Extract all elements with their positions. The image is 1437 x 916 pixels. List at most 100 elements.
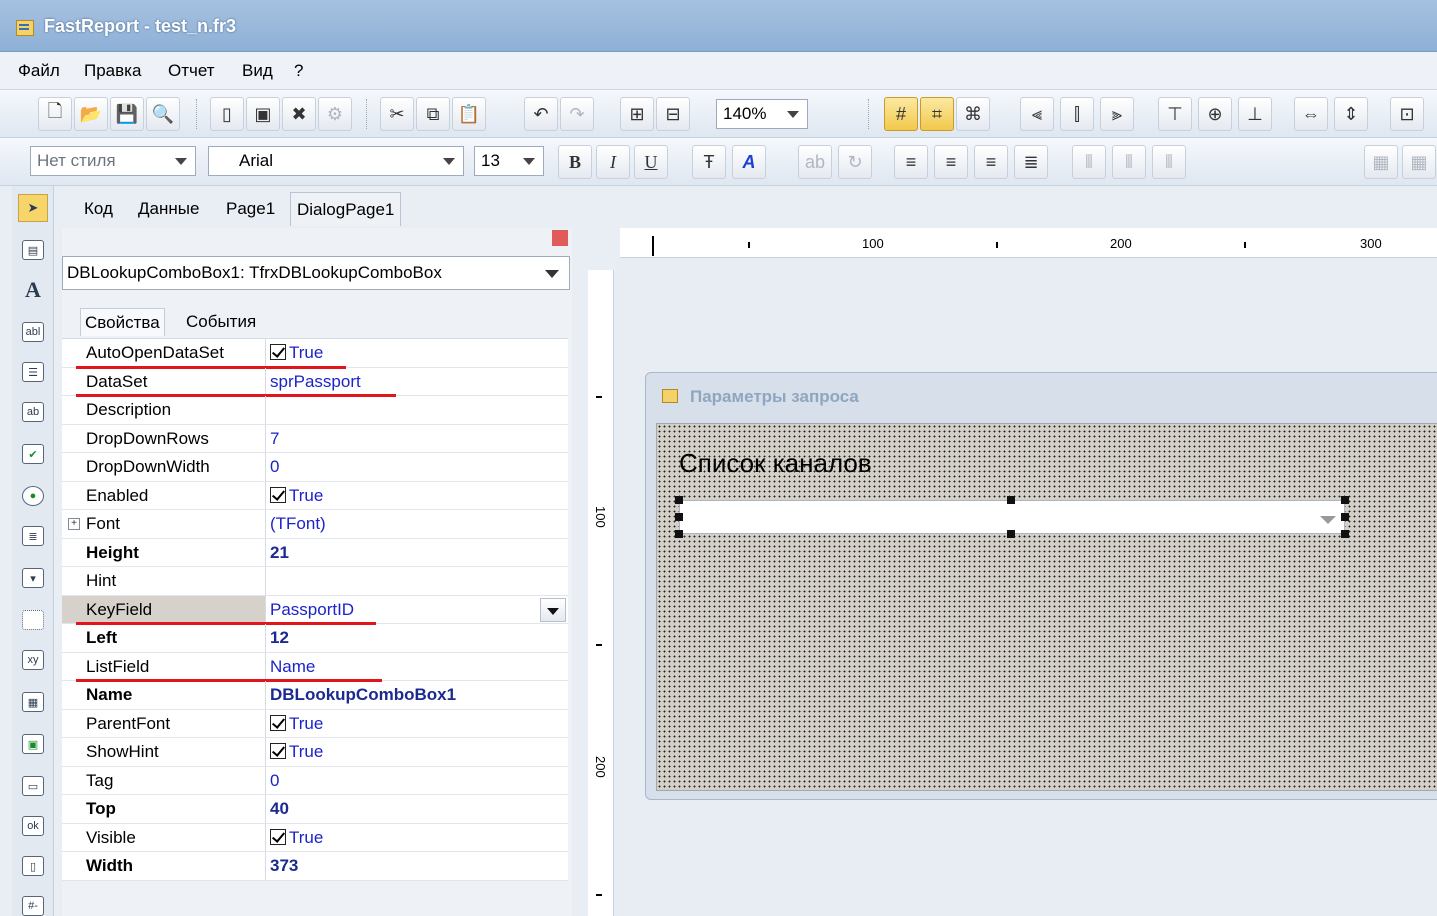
property-row-dropdownrows[interactable]: DropDownRows 7 [62,424,568,453]
checkbox-checked-icon[interactable] [270,486,286,503]
font-settings-icon[interactable]: Ŧ [692,145,726,179]
property-row-visible[interactable]: Visible True [62,823,568,852]
groupbox-tool-icon[interactable]: xy [18,646,48,674]
resize-handle[interactable] [675,513,683,521]
checkbox-checked-icon[interactable] [270,743,286,759]
edit-tool-icon[interactable]: abl [18,318,48,346]
align-middle-icon[interactable]: ⊕ [1198,97,1232,131]
valign-bottom-icon[interactable]: ⦀ [1152,145,1186,179]
property-value[interactable] [268,396,270,424]
property-value[interactable]: PassportID [268,596,354,624]
tab-data[interactable]: Данные [132,192,205,226]
property-row-tag[interactable]: Tag 0 [62,766,568,795]
checkbox-checked-icon[interactable] [270,828,286,845]
space-vertical-icon[interactable]: ⇕ [1334,97,1368,131]
new-page-icon[interactable]: ▯ [210,97,244,131]
align-center-h-icon[interactable]: ⫿ [1060,97,1094,131]
property-row-description[interactable]: Description [62,396,568,425]
valign-center-icon[interactable]: ⦀ [1112,145,1146,179]
new-icon[interactable]: 🗋 [38,97,72,131]
font-combo[interactable]: Arial [208,146,464,176]
resize-handle[interactable] [675,530,683,538]
image-tool-icon[interactable]: ▣ [18,730,48,758]
text-justify-icon[interactable]: ≣ [1014,145,1048,179]
tab-dialogpage1[interactable]: DialogPage1 [290,192,402,226]
tab-page1[interactable]: Page1 [220,192,281,226]
inspector-close-icon[interactable] [552,230,568,246]
property-value[interactable]: DBLookupComboBox1 [268,681,456,709]
tab-events[interactable]: События [182,308,260,336]
space-horizontal-icon[interactable]: ⇔ [1294,97,1328,131]
cut-icon[interactable]: ✂ [380,97,414,131]
property-row-enabled[interactable]: Enabled True [62,481,568,510]
memo-tool-icon[interactable]: ☰ [18,358,48,386]
delete-page-icon[interactable]: ✖ [282,97,316,131]
property-value[interactable]: 373 [268,852,298,880]
property-value[interactable]: 0 [268,767,279,795]
property-row-showhint[interactable]: ShowHint True [62,738,568,767]
checkbox-tool-icon[interactable]: ✔ [18,440,48,468]
paste-icon[interactable]: 📋 [452,97,486,131]
preview-icon[interactable]: 🔍 [146,97,180,131]
italic-button[interactable]: I [596,145,630,179]
undo-icon[interactable]: ↶ [524,97,558,131]
text-tool-icon[interactable]: A [18,276,48,304]
checkbox-checked-icon[interactable] [270,344,286,360]
page-settings-icon[interactable]: ⚙ [318,97,352,131]
dialog-form[interactable]: Параметры запроса Список каналов [645,372,1437,800]
property-row-parentfont[interactable]: ParentFont True [62,709,568,738]
new-dialog-icon[interactable]: ▣ [246,97,280,131]
select-tool-icon[interactable]: ➤ [18,194,48,222]
frame-icon[interactable]: ▦ [1364,145,1398,179]
valign-top-icon[interactable]: ⦀ [1072,145,1106,179]
property-row-height[interactable]: Height 21 [62,538,568,567]
menu-file[interactable]: Файл [18,61,60,81]
zoom-combo[interactable]: 140% [716,99,808,129]
align-right-icon[interactable]: ⫸ [1100,97,1134,131]
property-value[interactable]: 12 [268,624,289,652]
checkbox-checked-icon[interactable] [270,714,286,731]
resize-handle[interactable] [675,496,683,504]
panel-tool-icon[interactable] [18,606,48,634]
grid-tool-icon[interactable]: ▦ [18,688,48,716]
property-row-dataset[interactable]: DataSet sprPassport [62,367,568,397]
property-value[interactable]: 21 [268,539,289,567]
property-value[interactable]: (TFont) [268,510,326,538]
property-value[interactable]: True [268,339,323,367]
menu-view[interactable]: Вид [242,61,273,81]
band-tool-icon[interactable]: ▤ [18,236,48,264]
align-top-icon[interactable]: ⊤ [1158,97,1192,131]
property-row-listfield[interactable]: ListField Name [62,652,568,682]
bitbtn-tool-icon[interactable]: ok [18,812,48,840]
resize-handle[interactable] [1341,530,1349,538]
property-row-hint[interactable]: Hint [62,567,568,596]
property-value[interactable]: True [268,738,323,766]
style-combo[interactable]: Нет стиля [30,146,196,176]
property-row-left[interactable]: Left 12 [62,624,568,653]
property-value[interactable]: Name [268,653,315,681]
show-grid-icon[interactable]: # [884,97,918,131]
listbox-tool-icon[interactable]: ≣ [18,522,48,550]
save-icon[interactable]: 💾 [110,97,144,131]
align-bottom-icon[interactable]: ⊥ [1238,97,1272,131]
property-value[interactable]: sprPassport [268,368,361,396]
menu-help[interactable]: ? [294,61,303,81]
redo-icon[interactable]: ↷ [560,97,594,131]
radio-tool-icon[interactable]: ● [18,482,48,510]
property-value[interactable]: 7 [268,425,279,453]
property-row-autoopendataset[interactable]: AutoOpenDataSet True [62,339,568,369]
menu-report[interactable]: Отчет [168,61,215,81]
text-align-left-icon[interactable]: ≡ [894,145,928,179]
property-row-font[interactable]: + Font (TFont) [62,510,568,539]
combobox-tool-icon[interactable]: ▾ [18,564,48,592]
property-value[interactable] [268,567,270,595]
tab-code[interactable]: Код [78,192,119,226]
dropdown-button[interactable] [540,597,566,622]
resize-handle[interactable] [1341,513,1349,521]
maskedit-tool-icon[interactable]: #- [18,892,48,916]
text-align-center-icon[interactable]: ≡ [934,145,968,179]
highlight-icon[interactable]: ab [798,145,832,179]
tab-properties[interactable]: Свойства [80,308,165,336]
ungroup-icon[interactable]: ⊟ [656,97,690,131]
group-icon[interactable]: ⊞ [620,97,654,131]
